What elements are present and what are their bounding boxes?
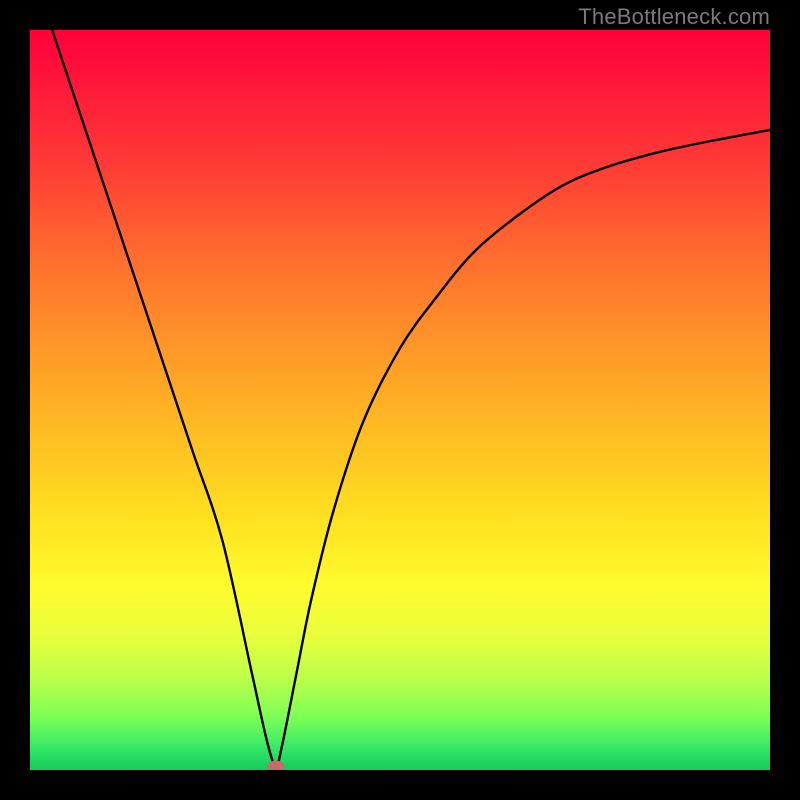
chart-frame: TheBottleneck.com: [0, 0, 800, 800]
curve-svg: [30, 30, 770, 770]
minimum-marker: [267, 761, 284, 770]
bottleneck-curve: [52, 30, 770, 766]
watermark-text: TheBottleneck.com: [578, 4, 770, 30]
plot-area: [30, 30, 770, 770]
